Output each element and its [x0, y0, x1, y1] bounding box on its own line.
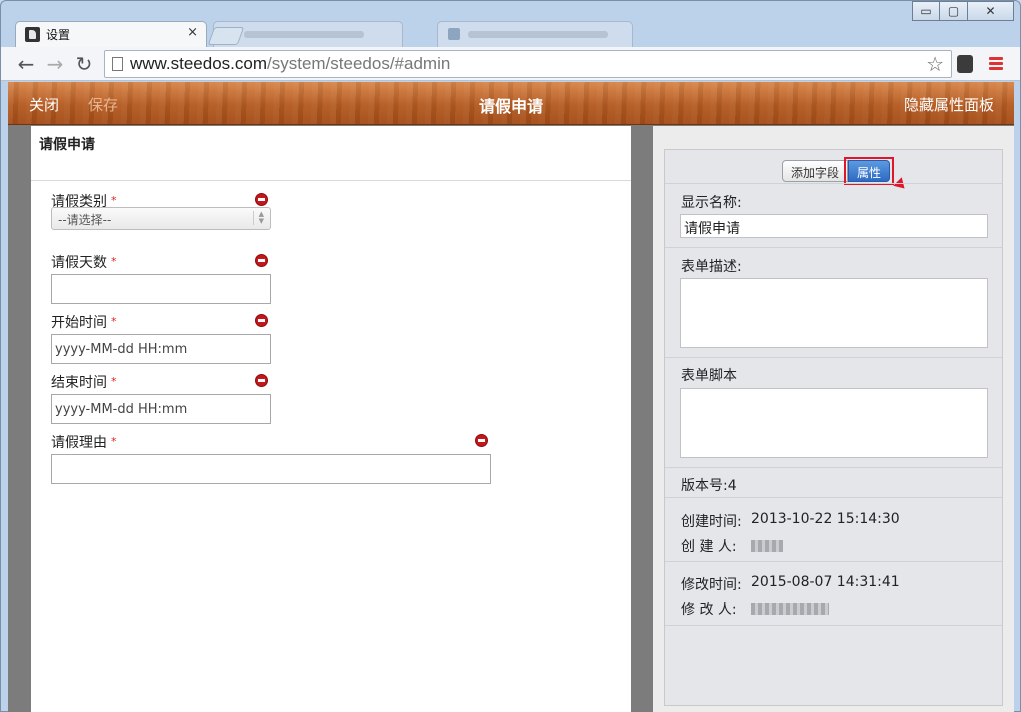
address-bar[interactable]: www.steedos.com/system/steedos/#admin ☆ [104, 50, 952, 78]
description-textarea[interactable] [680, 278, 988, 348]
field-leave-reason[interactable]: 请假理由 * [51, 432, 491, 484]
form-title: 请假申请 [39, 137, 95, 153]
tab-strip: 设置 × ▭ ▢ ✕ [1, 1, 1020, 47]
field-label: 请假理由 * [51, 435, 117, 451]
divider [665, 497, 1002, 498]
display-name-label: 显示名称: [681, 195, 742, 211]
steedos-favicon-icon [25, 27, 40, 42]
divider [31, 180, 631, 181]
created-time-value: 2013-10-22 15:14:30 [751, 511, 900, 527]
bookmark-star-icon[interactable]: ☆ [926, 52, 944, 76]
tab-favicon-icon [448, 28, 460, 40]
remove-field-icon[interactable] [255, 374, 268, 387]
creator-name-blurred [751, 540, 783, 552]
forward-arrow-icon[interactable]: → [43, 51, 67, 77]
window-controls: ▭ ▢ ✕ [912, 1, 1014, 21]
divider [665, 467, 1002, 468]
url-text: www.steedos.com/system/steedos/#admin [130, 54, 451, 73]
remove-field-icon[interactable] [255, 193, 268, 206]
highlight-box [844, 157, 894, 185]
back-arrow-icon[interactable]: ← [14, 51, 38, 77]
field-label: 请假天数 * [51, 255, 117, 271]
leave-reason-input[interactable] [51, 454, 491, 484]
field-start-time[interactable]: 开始时间 * yyyy-MM-dd HH:mm [51, 312, 271, 364]
divider [665, 183, 1002, 184]
remove-field-icon[interactable] [475, 434, 488, 447]
modified-time-value: 2015-08-07 14:31:41 [751, 574, 900, 590]
leave-days-input[interactable] [51, 274, 271, 304]
modified-time-label: 修改时间: [681, 577, 742, 593]
end-time-input[interactable]: yyyy-MM-dd HH:mm [51, 394, 271, 424]
browser-window: 设置 × ▭ ▢ ✕ ← → ↻ www.steedos.com/system/… [0, 0, 1021, 712]
divider [665, 625, 1002, 626]
maximize-button[interactable]: ▢ [940, 1, 968, 21]
divider [665, 247, 1002, 248]
field-leave-type[interactable]: 请假类别 * --请选择-- ▲ ▼ [51, 191, 271, 236]
hide-panel-button[interactable]: 隐藏属性面板 [904, 94, 994, 115]
modifier-name-blurred [751, 603, 829, 615]
created-time-label: 创建时间: [681, 514, 742, 530]
minimize-button[interactable]: ▭ [912, 1, 940, 21]
tab-title: 设置 [46, 28, 71, 42]
tab-title-blurred [244, 31, 364, 38]
version-label: 版本号:4 [681, 478, 737, 494]
select-arrows-icon: ▲ ▼ [252, 211, 264, 225]
leave-type-select[interactable]: --请选择-- ▲ ▼ [51, 207, 271, 230]
creator-label: 创 建 人: [681, 539, 737, 555]
browser-toolbar: ← → ↻ www.steedos.com/system/steedos/#ad… [1, 47, 1020, 81]
field-end-time[interactable]: 结束时间 * yyyy-MM-dd HH:mm [51, 372, 271, 424]
tab-background[interactable] [437, 21, 633, 47]
cursor-arrow-icon [893, 177, 909, 193]
extension-icon[interactable] [957, 55, 973, 73]
properties-panel: 添加字段 属性 显示名称: 请假申请 表单描述: 表单脚本 版本号:4 创建时间… [664, 149, 1003, 706]
app-header: 关闭 保存 请假申请 隐藏属性面板 [8, 82, 1014, 125]
field-leave-days[interactable]: 请假天数 * [51, 252, 271, 304]
field-label: 结束时间 * [51, 375, 117, 391]
divider [665, 561, 1002, 562]
page-title: 请假申请 [478, 97, 543, 116]
form-designer: 关闭 保存 请假申请 隐藏属性面板 请假申请 请假类别 * --请选择-- ▲ ▼ … [8, 82, 1014, 712]
close-window-button[interactable]: ✕ [968, 1, 1014, 21]
script-textarea[interactable] [680, 388, 988, 458]
chrome-menu-icon[interactable] [989, 57, 1003, 70]
form-canvas: 请假申请 请假类别 * --请选择-- ▲ ▼ 请假天数 * 开始时间 * yyyy-M… [31, 126, 631, 712]
page-icon [112, 57, 123, 71]
remove-field-icon[interactable] [255, 254, 268, 267]
tab-close-icon[interactable]: × [187, 25, 198, 40]
tab-add-field[interactable]: 添加字段 [782, 160, 849, 182]
tab-settings[interactable]: 设置 × [15, 21, 207, 47]
start-time-input[interactable]: yyyy-MM-dd HH:mm [51, 334, 271, 364]
field-label: 开始时间 * [51, 315, 117, 331]
remove-field-icon[interactable] [255, 314, 268, 327]
reload-icon[interactable]: ↻ [72, 51, 96, 77]
modifier-label: 修 改 人: [681, 602, 737, 618]
description-label: 表单描述: [681, 259, 742, 275]
script-label: 表单脚本 [681, 368, 737, 384]
display-name-input[interactable]: 请假申请 [680, 214, 988, 238]
divider [665, 357, 1002, 358]
tab-title-blurred [468, 31, 608, 38]
